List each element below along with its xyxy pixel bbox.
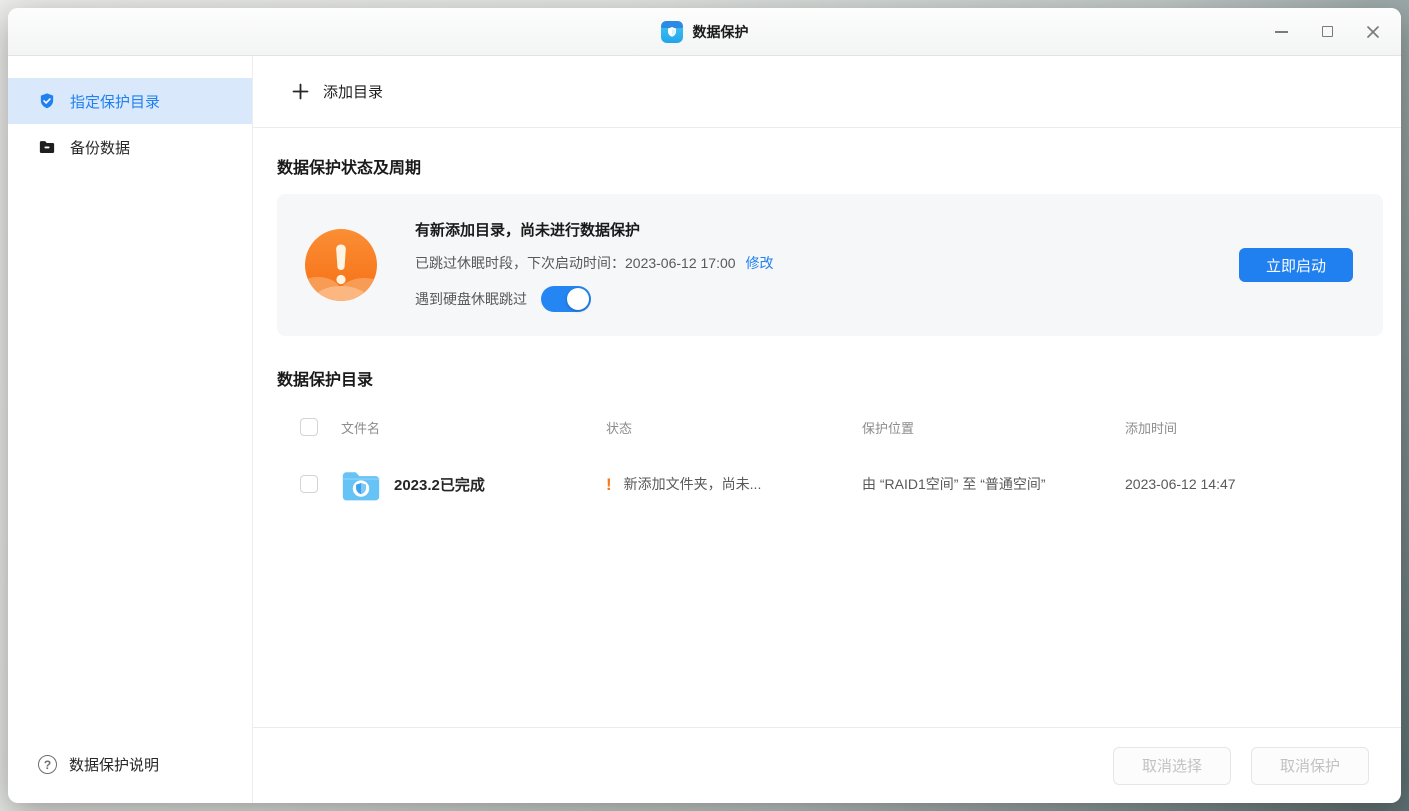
sidebar-item-label: 指定保护目录	[70, 91, 160, 112]
title-group: 数据保护	[661, 21, 749, 43]
column-added-time: 添加时间	[1125, 418, 1383, 437]
row-status-cell: ! 新添加文件夹，尚未...	[606, 474, 862, 494]
row-name-cell: 2023.2已完成	[341, 468, 606, 501]
column-filename: 文件名	[341, 418, 606, 437]
toggle-line: 遇到硬盘休眠跳过	[415, 286, 1239, 312]
shield-check-icon	[38, 92, 56, 110]
row-filename: 2023.2已完成	[394, 474, 485, 495]
cancel-selection-button[interactable]: 取消选择	[1113, 747, 1231, 785]
app-shield-icon	[661, 21, 683, 43]
toggle-knob	[567, 288, 589, 310]
sleep-skip-toggle[interactable]	[541, 286, 591, 312]
schedule-line: 已跳过休眠时段，下次启动时间：2023-06-12 17:00 修改	[415, 253, 1239, 273]
sidebar: 指定保护目录 备份数据 ? 数据保护说明	[8, 56, 253, 803]
main-panel: 添加目录 数据保护状态及周期	[253, 56, 1401, 803]
maximize-icon	[1322, 26, 1333, 37]
start-now-button[interactable]: 立即启动	[1239, 248, 1353, 282]
toggle-label: 遇到硬盘休眠跳过	[415, 289, 527, 309]
help-link[interactable]: ? 数据保护说明	[8, 754, 252, 803]
app-window: 数据保护 指定保护目录 备份数据	[8, 8, 1401, 803]
window-title: 数据保护	[693, 22, 749, 42]
directory-section-heading: 数据保护目录	[277, 366, 1383, 390]
window-controls	[1273, 8, 1381, 55]
status-text-block: 有新添加目录，尚未进行数据保护 已跳过休眠时段，下次启动时间：2023-06-1…	[415, 219, 1239, 312]
header-check-cell	[277, 418, 341, 436]
titlebar: 数据保护	[8, 8, 1401, 56]
row-added-time: 2023-06-12 14:47	[1125, 476, 1383, 492]
question-glyph: ?	[44, 758, 51, 772]
minimize-icon	[1275, 31, 1288, 33]
sidebar-item-protected-directories[interactable]: 指定保护目录	[8, 78, 252, 124]
protected-folder-icon	[341, 468, 381, 501]
column-status: 状态	[606, 418, 862, 437]
warning-icon	[305, 229, 377, 301]
table-header: 文件名 状态 保护位置 添加时间	[277, 414, 1383, 440]
row-check-cell	[277, 475, 341, 493]
window-body: 指定保护目录 备份数据 ? 数据保护说明 添加目录	[8, 56, 1401, 803]
add-directory-label: 添加目录	[323, 81, 383, 102]
schedule-text: 已跳过休眠时段，下次启动时间：2023-06-12 17:00	[415, 253, 736, 273]
folder-icon	[38, 138, 56, 156]
footer-bar: 取消选择 取消保护	[253, 727, 1401, 803]
toolbar: 添加目录	[253, 56, 1401, 128]
maximize-button[interactable]	[1319, 24, 1335, 40]
content-area: 数据保护状态及周期	[253, 128, 1401, 727]
cancel-protection-button[interactable]: 取消保护	[1251, 747, 1369, 785]
plus-icon	[292, 83, 309, 100]
status-card: 有新添加目录，尚未进行数据保护 已跳过休眠时段，下次启动时间：2023-06-1…	[277, 194, 1383, 336]
status-title: 有新添加目录，尚未进行数据保护	[415, 219, 1239, 240]
row-checkbox[interactable]	[300, 475, 318, 493]
sidebar-item-label: 备份数据	[70, 137, 130, 158]
desktop-background: 数据保护 指定保护目录 备份数据	[0, 0, 1409, 811]
question-icon: ?	[38, 755, 57, 774]
modify-link[interactable]: 修改	[746, 253, 774, 273]
help-label: 数据保护说明	[69, 754, 159, 775]
select-all-checkbox[interactable]	[300, 418, 318, 436]
table-row[interactable]: 2023.2已完成 ! 新添加文件夹，尚未... 由 “RAID1空间” 至 “…	[277, 452, 1383, 516]
close-button[interactable]	[1365, 24, 1381, 40]
column-location: 保护位置	[862, 418, 1125, 437]
row-location: 由 “RAID1空间” 至 “普通空间”	[862, 474, 1125, 494]
sidebar-item-backup-data[interactable]: 备份数据	[8, 124, 252, 170]
exclamation-icon: !	[606, 476, 612, 493]
add-directory-button[interactable]: 添加目录	[292, 81, 383, 102]
status-section-heading: 数据保护状态及周期	[277, 154, 1383, 178]
row-status-text: 新添加文件夹，尚未...	[624, 474, 762, 494]
close-icon	[1366, 25, 1380, 39]
minimize-button[interactable]	[1273, 24, 1289, 40]
